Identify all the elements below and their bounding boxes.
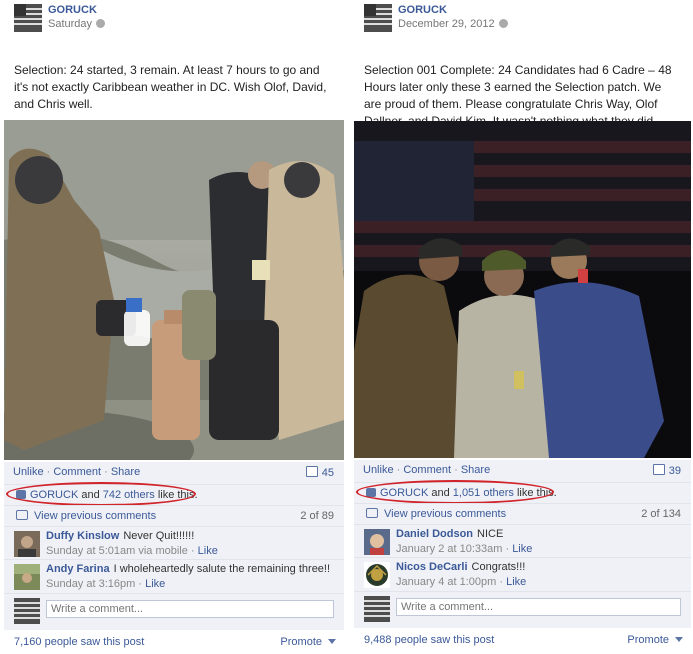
highlight-ring	[356, 480, 554, 504]
post-footer: 7,160 people saw this post Promote	[4, 632, 344, 654]
comment-meta: January 2 at 10:33am · Like	[396, 543, 533, 555]
comment-bubble-icon	[366, 508, 378, 518]
comment-text: Never Quit!!!!!!	[123, 530, 195, 542]
post-header: GORUCK December 29, 2012	[354, 0, 691, 44]
previous-comments-row: View previous comments 2 of 134	[354, 503, 691, 524]
post-text: Selection: 24 started, 3 remain. At leas…	[14, 63, 327, 111]
comment-item: Duffy Kinslow Never Quit!!!!!! Sunday at …	[4, 526, 344, 559]
write-comment-input[interactable]	[46, 600, 334, 618]
post-timestamp[interactable]: December 29, 2012	[398, 18, 508, 30]
view-previous-comments-link[interactable]: View previous comments	[366, 508, 506, 520]
post-photo[interactable]	[4, 120, 344, 460]
share-count[interactable]: 39	[652, 464, 681, 477]
comment-timestamp[interactable]: Sunday at 5:01am via mobile	[46, 545, 188, 557]
post-timestamp[interactable]: Saturday	[48, 18, 106, 30]
comment-avatar[interactable]	[14, 531, 40, 557]
page-avatar[interactable]	[14, 4, 42, 32]
comment-timestamp[interactable]: January 2 at 10:33am	[396, 543, 502, 555]
share-link[interactable]: Share	[461, 464, 490, 476]
post-card: GORUCK Saturday Selection: 24 started, 3…	[4, 0, 344, 654]
promote-button[interactable]: Promote	[627, 634, 683, 646]
seen-count-link[interactable]: 7,160 people saw this post	[14, 636, 144, 648]
comment-link[interactable]: Comment	[53, 466, 101, 478]
share-count-value[interactable]: 45	[322, 467, 334, 479]
comment-item: Nicos DeCarli Congrats!!! January 4 at 1:…	[354, 557, 691, 590]
comment-meta: Sunday at 3:16pm · Like	[46, 578, 166, 590]
write-comment-row	[354, 591, 691, 626]
page-name-link[interactable]: GORUCK	[398, 4, 447, 16]
highlight-ring	[6, 482, 196, 506]
comment-bubble-icon	[16, 510, 28, 520]
view-previous-comments-link[interactable]: View previous comments	[16, 510, 156, 522]
comment-text: I wholeheartedly salute the remaining th…	[113, 563, 331, 575]
post-time-text[interactable]: December 29, 2012	[398, 18, 495, 30]
comment-avatar[interactable]	[364, 562, 390, 588]
post-actions: Unlike · Comment · Share	[363, 464, 491, 476]
self-avatar	[364, 596, 390, 622]
post-feedback: Unlike · Comment · Share 39 GORUCK and 1…	[354, 460, 691, 628]
share-icon	[305, 466, 318, 477]
chevron-down-icon	[328, 639, 336, 644]
chevron-down-icon	[675, 637, 683, 642]
comment-author-line: Daniel Dodson NICE	[396, 528, 503, 540]
comment-count: 2 of 89	[300, 510, 334, 522]
comment-text: NICE	[477, 528, 504, 540]
comment-meta: Sunday at 5:01am via mobile · Like	[46, 545, 218, 557]
comment-author-link[interactable]: Daniel Dodson	[396, 528, 473, 540]
post-time-text[interactable]: Saturday	[48, 18, 92, 30]
promote-button[interactable]: Promote	[280, 636, 336, 648]
comment-author-link[interactable]: Duffy Kinslow	[46, 530, 119, 542]
share-count[interactable]: 45	[305, 466, 334, 479]
post-header: GORUCK Saturday	[4, 0, 344, 44]
comment-like-link[interactable]: Like	[506, 576, 526, 588]
previous-comments-row: View previous comments 2 of 89	[4, 505, 344, 526]
globe-icon	[96, 19, 106, 28]
comment-author-line: Andy Farina I wholeheartedly salute the r…	[46, 563, 330, 575]
post-card: GORUCK December 29, 2012 Selection 001 C…	[354, 0, 691, 654]
globe-icon	[498, 19, 508, 28]
comment-author-link[interactable]: Andy Farina	[46, 563, 110, 575]
share-icon	[652, 464, 665, 475]
share-link[interactable]: Share	[111, 466, 140, 478]
comment-timestamp[interactable]: January 4 at 1:00pm	[396, 576, 496, 588]
comment-meta: January 4 at 1:00pm · Like	[396, 576, 527, 588]
page-name-link[interactable]: GORUCK	[48, 4, 97, 16]
comment-author-line: Nicos DeCarli Congrats!!!	[396, 561, 525, 573]
seen-count-link[interactable]: 9,488 people saw this post	[364, 634, 494, 646]
comment-count: 2 of 134	[641, 508, 681, 520]
write-comment-row	[4, 593, 344, 628]
promote-label[interactable]: Promote	[627, 634, 669, 646]
self-avatar	[14, 598, 40, 624]
comment-text: Congrats!!!	[471, 561, 526, 573]
comment-like-link[interactable]: Like	[512, 543, 532, 555]
like-sentence-row: GORUCK and 742 others like this.	[4, 482, 344, 506]
promote-label[interactable]: Promote	[280, 636, 322, 648]
comment-author-link[interactable]: Nicos DeCarli	[396, 561, 468, 573]
comment-item: Andy Farina I wholeheartedly salute the r…	[4, 559, 344, 592]
post-photo[interactable]	[354, 121, 691, 458]
unlike-link[interactable]: Unlike	[13, 466, 44, 478]
view-previous-label[interactable]: View previous comments	[384, 508, 506, 520]
comment-like-link[interactable]: Like	[198, 545, 218, 557]
post-feedback: Unlike · Comment · Share 45 GORUCK and 7…	[4, 462, 344, 630]
like-sentence-row: GORUCK and 1,051 others like this.	[354, 480, 691, 504]
post-actions: Unlike · Comment · Share	[13, 466, 141, 478]
post-footer: 9,488 people saw this post Promote	[354, 630, 691, 652]
comment-link[interactable]: Comment	[403, 464, 451, 476]
view-previous-label[interactable]: View previous comments	[34, 510, 156, 522]
post-text: Selection 001 Complete: 24 Candidates ha…	[364, 63, 672, 128]
comment-item: Daniel Dodson NICE January 2 at 10:33am ·…	[354, 524, 691, 557]
share-count-value[interactable]: 39	[669, 465, 681, 477]
comment-timestamp[interactable]: Sunday at 3:16pm	[46, 578, 135, 590]
comment-like-link[interactable]: Like	[145, 578, 165, 590]
unlike-link[interactable]: Unlike	[363, 464, 394, 476]
comment-author-line: Duffy Kinslow Never Quit!!!!!!	[46, 530, 194, 542]
comment-avatar[interactable]	[14, 564, 40, 590]
post-divider	[344, 0, 354, 654]
comment-avatar[interactable]	[364, 529, 390, 555]
write-comment-input[interactable]	[396, 598, 681, 616]
page-avatar[interactable]	[364, 4, 392, 32]
